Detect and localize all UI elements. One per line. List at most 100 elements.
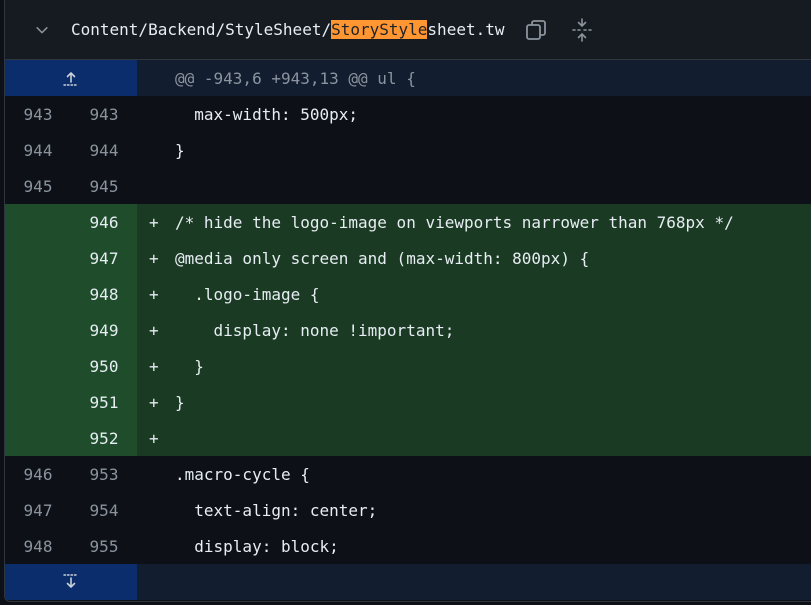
code-text: display: block; [175,536,339,556]
context-line-row: 948 955 display: block; [5,528,811,564]
code-text: } [175,392,185,412]
code-cell: .macro-cycle { [137,456,811,492]
code-cell: text-align: center; [137,492,811,528]
expand-all-button[interactable] [568,16,596,44]
code-cell [137,168,811,204]
code-cell: + [137,420,811,456]
new-line-number[interactable]: 943 [71,105,137,124]
expand-down-button[interactable] [61,573,81,591]
code-cell: + @media only screen and (max-width: 800p… [137,240,811,276]
code-text: } [175,140,185,160]
code-cell: + } [137,348,811,384]
code-text: max-width: 500px; [175,104,359,124]
new-line-number[interactable]: 947 [71,249,137,268]
hunk-header-text: @@ -943,6 +943,13 @@ ul { [175,68,416,88]
code-text: .macro-cycle { [175,464,310,484]
added-line-row: 946 + /* hide the logo-image on viewports … [5,204,811,240]
unfold-icon [572,17,593,42]
old-line-number[interactable]: 946 [5,465,71,484]
line-number-gutter: 947 954 [5,492,137,528]
line-number-gutter: 948 955 [5,528,137,564]
hunk-header-row: @@ -943,6 +943,13 @@ ul { [5,60,811,96]
old-line-number[interactable]: 948 [5,537,71,556]
new-line-number[interactable]: 950 [71,357,137,376]
line-number-gutter: 946 953 [5,456,137,492]
line-number-gutter: 950 [5,348,137,384]
search-highlight: StoryStyle [331,20,428,39]
expand-down-code [137,564,811,600]
line-number-gutter: 944 944 [5,132,137,168]
old-line-number[interactable]: 947 [5,501,71,520]
diff-marker: + [149,320,159,340]
added-line-row: 950 + } [5,348,811,384]
added-line-row: 951 +} [5,384,811,420]
diff-marker: + [149,356,159,376]
expand-down-icon [63,574,77,588]
line-number-gutter: 948 [5,276,137,312]
line-number-gutter: 951 [5,384,137,420]
old-line-number[interactable]: 943 [5,105,71,124]
new-line-number[interactable]: 949 [71,321,137,340]
line-number-gutter: 945 945 [5,168,137,204]
new-line-number[interactable]: 948 [71,285,137,304]
copy-icon [526,19,547,40]
code-text: .logo-image { [175,284,320,304]
context-line-row: 945 945 [5,168,811,204]
code-cell: + display: none !important; [137,312,811,348]
diff-file: Content/Backend/StyleSheet/StoryStyleshe… [4,0,811,602]
file-path-suffix: sheet.tw [427,20,505,39]
diff-lines: 943 943 max-width: 500px; 944 944} 945 945 946… [5,96,811,564]
code-cell: display: block; [137,528,811,564]
expand-up-gutter [5,60,137,96]
added-line-row: 947 + @media only screen and (max-width: 8… [5,240,811,276]
expand-up-icon [63,72,77,86]
collapse-button[interactable] [31,19,53,41]
diff-table: @@ -943,6 +943,13 @@ ul { 943 943 max-wid… [5,60,811,600]
file-path-prefix: Content/Backend/StyleSheet/ [71,20,332,39]
code-text: } [175,356,204,376]
diff-marker: + [149,284,159,304]
code-text: display: none !important; [175,320,455,340]
old-line-number[interactable]: 944 [5,141,71,160]
code-text: text-align: center; [175,500,378,520]
new-line-number[interactable]: 954 [71,501,137,520]
code-cell: +} [137,384,811,420]
added-line-row: 949 + display: none !important; [5,312,811,348]
code-cell: + /* hide the logo-image on viewports nar… [137,204,811,240]
line-number-gutter: 949 [5,312,137,348]
context-line-row: 946 953 .macro-cycle { [5,456,811,492]
new-line-number[interactable]: 953 [71,465,137,484]
diff-marker: + [149,212,159,232]
file-header: Content/Backend/StyleSheet/StoryStyleshe… [5,0,811,60]
line-number-gutter: 943 943 [5,96,137,132]
context-line-row: 947 954 text-align: center; [5,492,811,528]
chevron-down-icon [36,26,48,33]
file-path[interactable]: Content/Backend/StyleSheet/StoryStyleshe… [71,20,504,39]
new-line-number[interactable]: 945 [71,177,137,196]
context-line-row: 944 944} [5,132,811,168]
added-line-row: 948 + .logo-image { [5,276,811,312]
code-cell: } [137,132,811,168]
added-line-row: 952 + [5,420,811,456]
hunk-header-code: @@ -943,6 +943,13 @@ ul { [137,60,811,96]
new-line-number[interactable]: 952 [71,429,137,448]
expand-down-gutter [5,564,137,600]
copy-path-button[interactable] [522,16,550,44]
code-cell: max-width: 500px; [137,96,811,132]
code-text: @media only screen and (max-width: 800px… [175,248,590,268]
context-line-row: 943 943 max-width: 500px; [5,96,811,132]
code-cell: + .logo-image { [137,276,811,312]
line-number-gutter: 952 [5,420,137,456]
expand-up-button[interactable] [61,69,81,87]
old-line-number[interactable]: 945 [5,177,71,196]
new-line-number[interactable]: 955 [71,537,137,556]
new-line-number[interactable]: 946 [71,213,137,232]
new-line-number[interactable]: 951 [71,393,137,412]
diff-marker: + [149,248,159,268]
diff-marker: + [149,392,159,412]
line-number-gutter: 946 [5,204,137,240]
new-line-number[interactable]: 944 [71,141,137,160]
code-text: /* hide the logo-image on viewports narr… [175,212,734,232]
line-number-gutter: 947 [5,240,137,276]
expand-down-row [5,564,811,600]
